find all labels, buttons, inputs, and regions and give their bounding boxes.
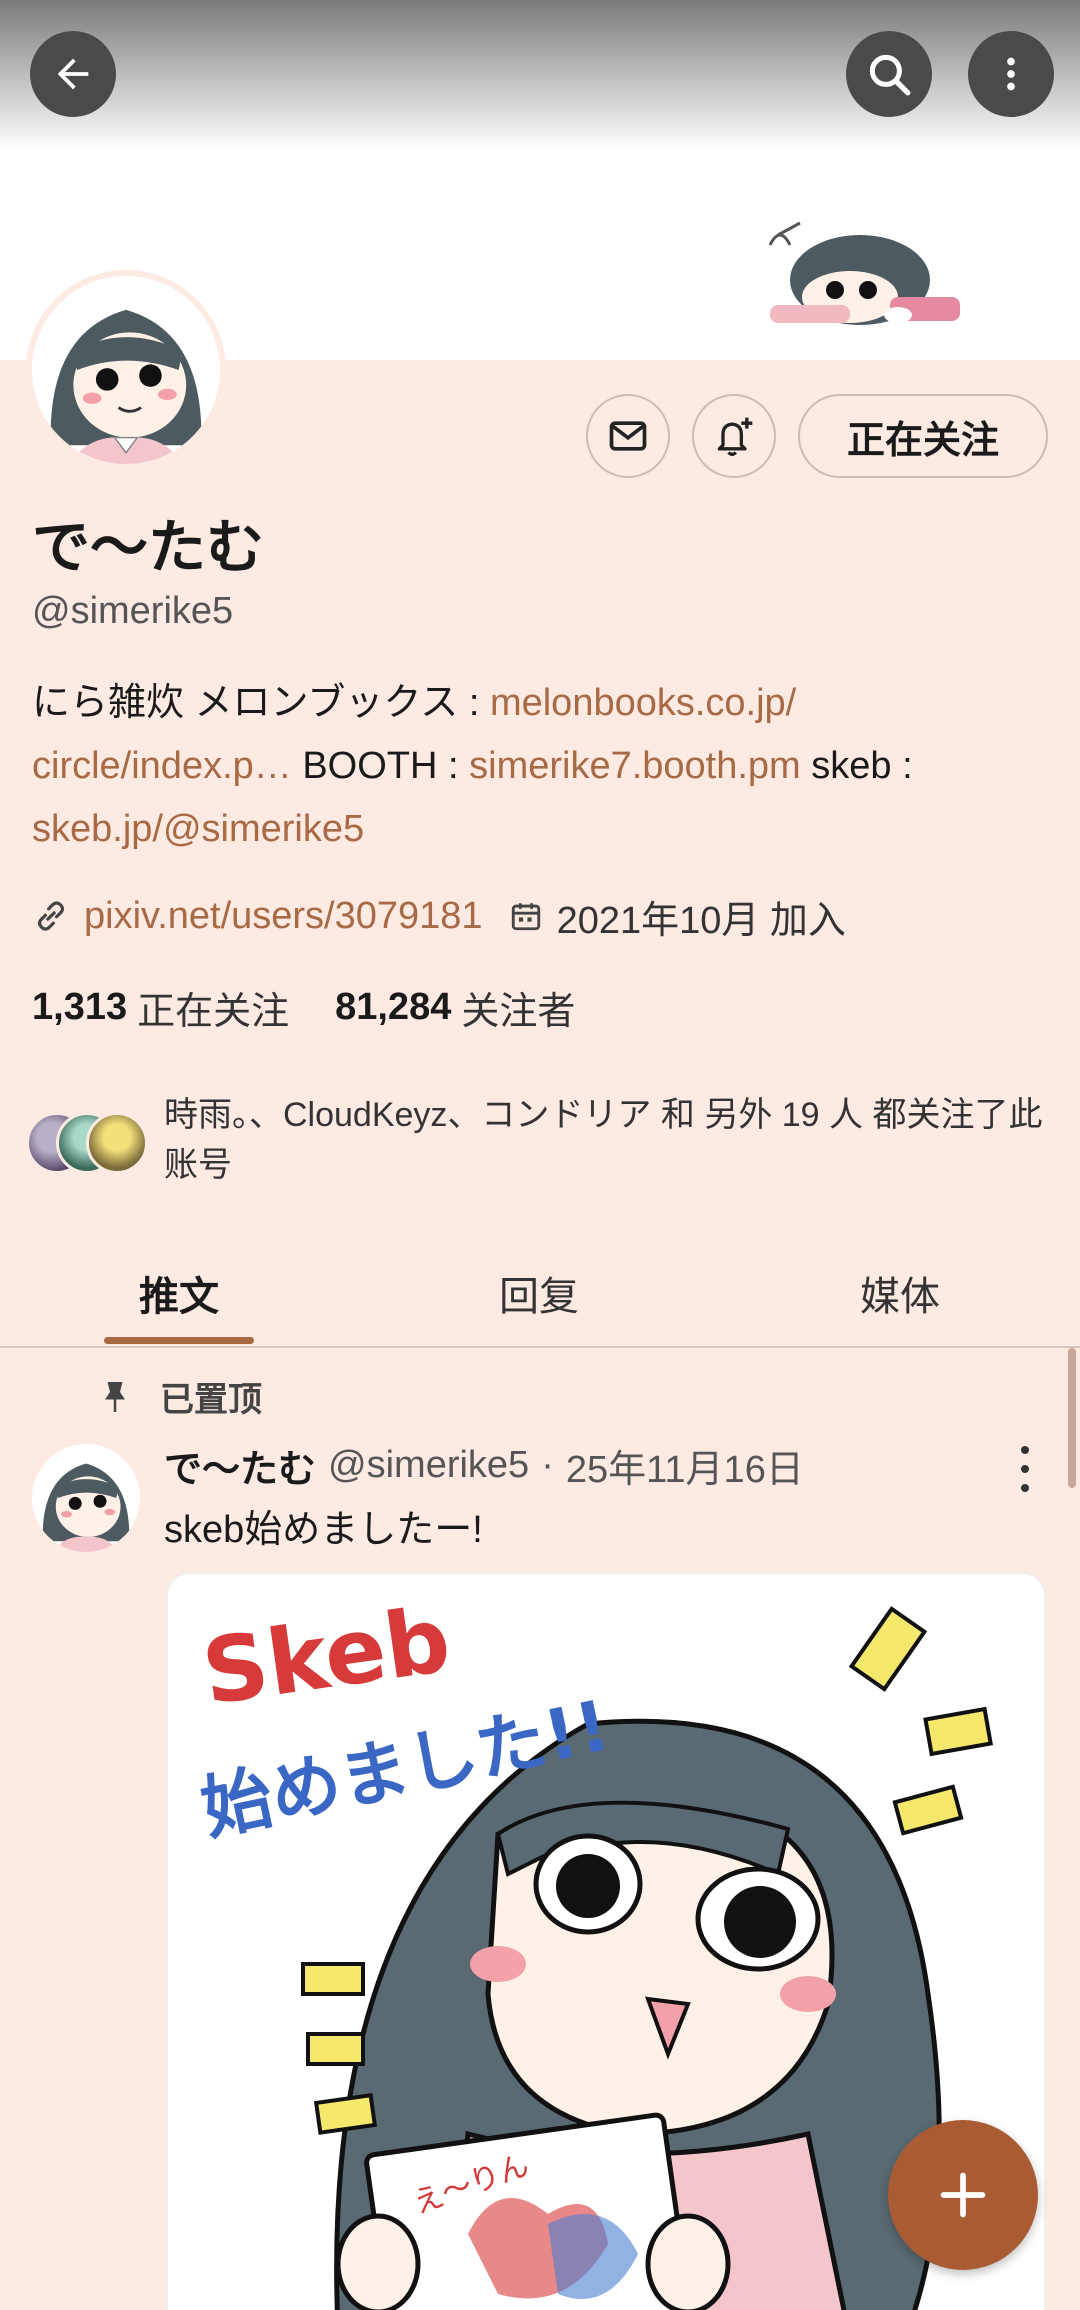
- bio-link-booth[interactable]: simerike7.booth.pm: [469, 745, 801, 787]
- link-icon: [37, 901, 65, 931]
- profile-bio: にら雑炊 メロンブックス : melonbooks.co.jp/ circle/…: [32, 672, 1052, 861]
- plus-icon: [940, 2172, 986, 2218]
- bio-text: skeb :: [800, 745, 913, 787]
- tab-posts[interactable]: 推文: [0, 1240, 358, 1346]
- bio-text: にら雑炊 メロンブックス :: [32, 682, 490, 724]
- post-header: で〜たむ @simerike5 · 25年11月16日: [164, 1438, 804, 1493]
- post-date[interactable]: 25年11月16日: [566, 1438, 804, 1493]
- following-count[interactable]: 1,313: [32, 986, 127, 1029]
- following-button[interactable]: 正在关注: [798, 394, 1048, 478]
- profile-avatar[interactable]: [26, 270, 226, 470]
- avatar-image: [32, 276, 220, 464]
- follow-counts: 1,313 正在关注 81,284 关注者: [32, 980, 575, 1035]
- mail-icon: [609, 421, 647, 451]
- post-text: skeb始めましたー!: [164, 1509, 483, 1551]
- post-author-name[interactable]: で〜たむ: [164, 1438, 316, 1493]
- bio-text: BOOTH :: [291, 745, 470, 787]
- scrollbar[interactable]: [1068, 1348, 1076, 1488]
- tab-replies[interactable]: 回复: [358, 1240, 720, 1346]
- followed-by[interactable]: 時雨。、CloudKeyz、コンドリア 和 另外 19 人 都关注了此账号: [26, 1090, 1056, 1190]
- profile-meta: pixiv.net/users/3079181 2021年10月 加入: [32, 888, 846, 944]
- profile-handle: @simerike5: [32, 590, 234, 632]
- followed-by-text: 時雨。、CloudKeyz、コンドリア 和 另外 19 人 都关注了此账号: [164, 1096, 1043, 1184]
- post-more-button[interactable]: [1010, 1446, 1040, 1492]
- pin-icon: [105, 1381, 125, 1412]
- display-name: で〜たむ: [32, 515, 265, 580]
- back-button[interactable]: [30, 31, 116, 117]
- bell-plus-icon: [717, 417, 753, 456]
- post-author-handle[interactable]: @simerike5: [328, 1444, 529, 1487]
- notifications-button[interactable]: [692, 394, 776, 478]
- following-label[interactable]: 正在关注: [137, 980, 289, 1035]
- dot: [1021, 1484, 1029, 1492]
- back-arrow-icon: [57, 58, 89, 90]
- profile-tabs: 推文 回复 媒体: [0, 1240, 1080, 1348]
- bio-link-skeb[interactable]: skeb.jp/@simerike5: [32, 808, 364, 850]
- calendar-icon: [511, 903, 540, 931]
- dot: [1021, 1465, 1029, 1473]
- dot: [1021, 1446, 1029, 1454]
- join-date: 2021年10月 加入: [509, 889, 846, 944]
- more-vertical-icon: [1007, 57, 1015, 91]
- more-options-button[interactable]: [968, 31, 1054, 117]
- followed-by-avatars: [26, 1112, 156, 1182]
- followers-count[interactable]: 81,284: [335, 986, 451, 1029]
- avatar-image: [32, 1444, 140, 1552]
- website-link[interactable]: pixiv.net/users/3079181: [84, 895, 483, 938]
- tab-media[interactable]: 媒体: [720, 1240, 1080, 1346]
- followers-label[interactable]: 关注者: [461, 980, 575, 1035]
- pinned-indicator: 已置顶: [100, 1372, 262, 1421]
- banner-character-image: [768, 221, 960, 325]
- avatar: [86, 1112, 148, 1174]
- search-icon: [869, 54, 911, 96]
- join-date-text: 2021年10月 加入: [556, 899, 846, 942]
- compose-button[interactable]: [888, 2120, 1038, 2270]
- post-author-avatar[interactable]: [32, 1444, 140, 1552]
- search-button[interactable]: [846, 31, 932, 117]
- message-button[interactable]: [586, 394, 670, 478]
- active-tab-indicator: [104, 1337, 254, 1344]
- post-separator: ·: [541, 1444, 554, 1486]
- pinned-label: 已置顶: [160, 1381, 262, 1419]
